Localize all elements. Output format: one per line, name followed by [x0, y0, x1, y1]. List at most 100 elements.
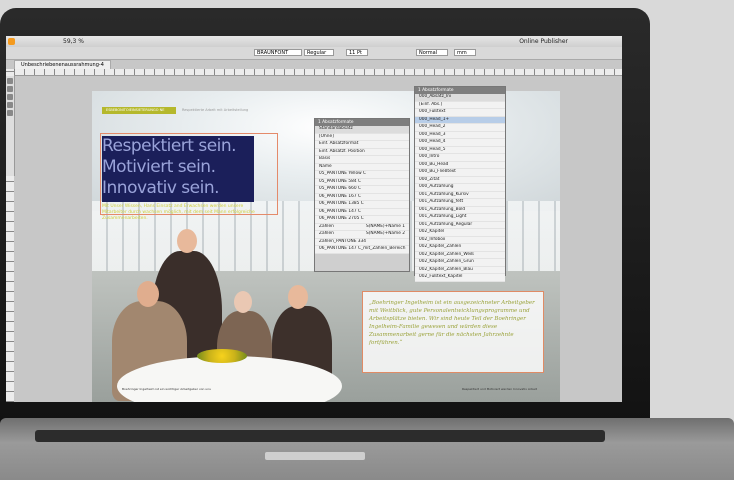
panel-title[interactable]: 1 Absatzformate [415, 87, 505, 94]
object-style-row[interactable]: 002_Fußtext_Kapitel [415, 274, 505, 282]
paragraph-style-row[interactable]: Einf. Absatzformat [315, 141, 409, 149]
app-menubar: 59,3 % Online Publisher [6, 36, 622, 47]
row-shortcut: S(NAME)+Name 2 [365, 231, 405, 236]
font-size-field[interactable]: 11 Pt [346, 49, 368, 56]
paragraph-style-row[interactable]: 06_PANTONE 147 C [315, 208, 409, 216]
row-label: [Ohne] [319, 133, 334, 139]
object-style-row[interactable]: 001_Aufzählung_Regular [415, 221, 505, 229]
row-shortcut: S(NAME)+Name 1 [365, 223, 405, 229]
paragraph-style-row[interactable]: 06_PANTONE 147 C_mit_Zahlen_Bereich [315, 246, 409, 254]
units-field[interactable]: mm [454, 49, 476, 56]
zoom-level[interactable]: 59,3 % [63, 36, 84, 47]
photo-person-head [137, 281, 159, 307]
keyboard [35, 430, 605, 442]
panel-header: 000_Absatz_Ini [415, 94, 505, 102]
app-logo-icon [8, 38, 15, 45]
row-label: 06_PANTONE 1385 C [319, 201, 364, 206]
object-style-row[interactable]: 000_Intro [415, 154, 505, 162]
object-styles-panel[interactable]: 1 Absatzformate 000_Absatz_Ini [Einf. Ab… [414, 86, 506, 282]
object-style-row[interactable]: 002_Kapitel_Zahlen_Grün [415, 259, 505, 267]
font-style-field[interactable]: Regular [304, 49, 334, 56]
paragraph-style-row[interactable]: 05_PANTONE 660 C [315, 186, 409, 194]
row-label: 06_PANTONE 147 C_mit_Zahlen_Bereich [319, 246, 406, 251]
object-style-row[interactable]: 000_Head_2 [415, 124, 505, 132]
object-style-row[interactable]: 002_Kapitel_Zahlen_Blau [415, 266, 505, 274]
quote-text: „Boehringer Ingelheim ist ein ausgezeich… [369, 300, 535, 346]
row-label: Zahlen_PANTONE 334 [319, 238, 366, 244]
object-style-row[interactable]: 000_Bu_Head [415, 161, 505, 169]
row-label: Zahlen [319, 231, 334, 236]
paragraph-style-row[interactable]: 05_PANTONE 584 C [315, 178, 409, 186]
caption-left[interactable]: Boehringer Ingelheim ist ein wichtiger A… [122, 387, 211, 391]
paragraph-style-row[interactable]: 05_PANTONE Yellow C [315, 171, 409, 179]
row-label: Zahlen [319, 223, 334, 229]
paragraph-style-row[interactable]: Zahlen S(NAME)+Name 2 [315, 231, 409, 239]
paragraph-styles-panel[interactable]: 1 Absatzformate Standardabsatz [Ohne] Ein… [314, 118, 410, 272]
paragraph-style-row[interactable]: Basis [315, 156, 409, 164]
online-publisher-label[interactable]: Online Publisher [519, 36, 568, 47]
font-family-field[interactable]: BRAUNFONT [254, 49, 302, 56]
paragraph-style-row[interactable]: 06_PANTONE 167 C [315, 193, 409, 201]
lid-notch [265, 452, 365, 460]
object-style-row[interactable]: 000_Bu_Fließtext [415, 169, 505, 177]
object-style-row[interactable]: 001_Aufzählung_Light [415, 214, 505, 222]
object-style-row[interactable]: 000_Aufzählung [415, 184, 505, 192]
photo-flowers [197, 349, 247, 363]
object-style-row[interactable]: 001_Aufzählung_Bold [415, 206, 505, 214]
direct-selection-icon[interactable] [7, 86, 13, 92]
photo-person-head [234, 291, 252, 313]
object-style-row[interactable]: 000_Head_1+ [415, 116, 505, 124]
row-label: 05_PANTONE 660 C [319, 186, 361, 191]
object-style-row[interactable]: 000_Head_5 [415, 146, 505, 154]
paragraph-style-row[interactable]: Zahlen S(NAME)+Name 1 [315, 223, 409, 231]
photo-person-head [177, 229, 197, 253]
paragraph-style-row[interactable]: Name [315, 163, 409, 171]
quote-frame[interactable]: „Boehringer Ingelheim ist ein ausgezeich… [362, 291, 544, 373]
object-style-row[interactable]: 002_Kapitel_Zahlen [415, 244, 505, 252]
row-label: 05_PANTONE Yellow C [319, 171, 366, 176]
panel-header: Standardabsatz [315, 126, 409, 134]
subtitle-text[interactable]: Mit Unser Wissen, Hans Einsatz and Erwac… [102, 204, 262, 222]
object-style-row[interactable]: 002_Infobox [415, 236, 505, 244]
selection-tool-icon[interactable] [7, 78, 13, 84]
pen-tool-icon[interactable] [7, 102, 13, 108]
paragraph-style-field[interactable]: Normal [416, 49, 448, 56]
text-tool-icon[interactable] [7, 94, 13, 100]
rectangle-tool-icon[interactable] [7, 110, 13, 116]
row-label: 06_PANTONE 147 C [319, 208, 361, 214]
object-style-row[interactable]: 002_Kapitel_Zahlen_Weiß [415, 251, 505, 259]
paragraph-style-row[interactable]: Zahlen_PANTONE 334 [315, 238, 409, 246]
caption-right[interactable]: Respektiert und Motiviert werden Innovat… [462, 387, 537, 391]
object-style-list: [Einf. Abs.] 000_Fußtext 000_Head_1+ 000_He… [415, 101, 505, 282]
paragraph-style-list: [Ohne] Einf. Absatzformat Einf. Absatzf. P… [315, 133, 409, 254]
object-style-row[interactable]: 000_Head_3 [415, 131, 505, 139]
object-style-row[interactable]: 001_Aufzählung_fett [415, 199, 505, 207]
paragraph-style-row[interactable]: 06_PANTONE 1385 C [315, 201, 409, 209]
control-bar: BRAUNFONT Regular 11 Pt Normal mm [6, 47, 622, 60]
horizontal-ruler[interactable] [14, 69, 622, 76]
row-label: Einf. Absatzf. Position [319, 148, 365, 154]
row-label: 05_PANTONE 584 C [319, 178, 361, 184]
object-style-row[interactable]: 000_Head_4 [415, 139, 505, 147]
photo-person-head [288, 285, 308, 309]
paragraph-style-row[interactable]: Einf. Absatzf. Position [315, 148, 409, 156]
object-style-row[interactable]: 002_Kapitel [415, 229, 505, 237]
paragraph-style-row[interactable]: [Ohne] [315, 133, 409, 141]
row-label: 06_PANTONE 167 C [319, 193, 361, 199]
panel-title[interactable]: 1 Absatzformate [315, 119, 409, 126]
header-right-text[interactable]: Respektierte Arbeit mit Arbeitsteilung [182, 108, 248, 112]
text-frame-outline [100, 133, 278, 215]
row-label: Einf. Absatzformat [319, 141, 359, 146]
object-style-row[interactable]: 000_Fußtext [415, 109, 505, 117]
laptop-base [0, 418, 734, 480]
screen: 59,3 % Online Publisher BRAUNFONT Regula… [6, 36, 622, 402]
header-label-bar[interactable]: ESBEBONITOIEINSIETERUNGO NE [102, 107, 176, 114]
row-label: Name [319, 163, 332, 169]
paragraph-style-row[interactable]: 06_PANTONE 2705 C [315, 216, 409, 224]
row-label: 06_PANTONE 2705 C [319, 216, 364, 221]
object-style-row[interactable]: 000_Zitat [415, 176, 505, 184]
row-label: Basis [319, 156, 331, 161]
object-style-row[interactable]: 001_Aufzählung_Kursiv [415, 191, 505, 199]
object-style-row[interactable]: [Einf. Abs.] [415, 101, 505, 109]
tools-panel [6, 76, 15, 176]
